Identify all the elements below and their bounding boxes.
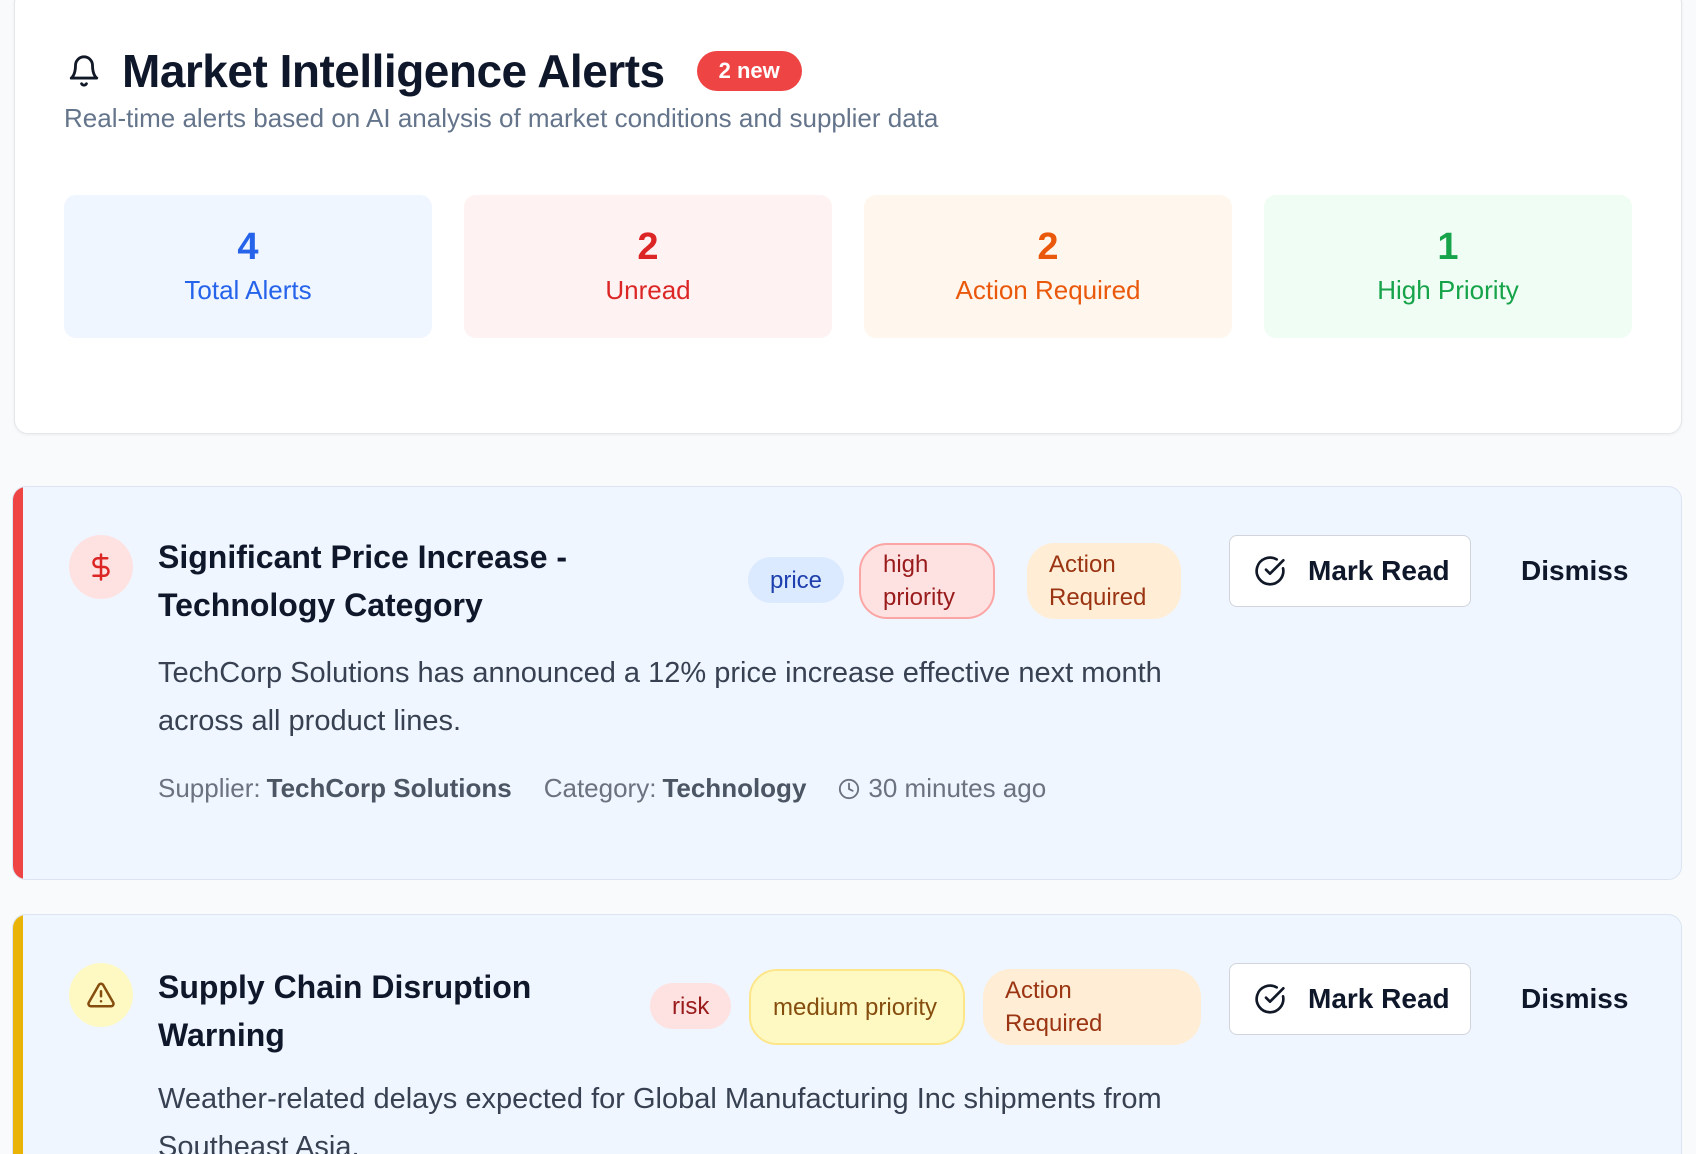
dollar-icon bbox=[69, 535, 133, 599]
stat-value: 4 bbox=[237, 226, 259, 269]
warning-icon bbox=[69, 963, 133, 1027]
alert-priority-bar bbox=[13, 487, 23, 879]
tag-text: medium priority bbox=[773, 993, 938, 1021]
alert-type-tag: price bbox=[748, 557, 845, 603]
dismiss-button[interactable]: Dismiss bbox=[1509, 535, 1640, 607]
action-required-tag: Action Required bbox=[983, 969, 1201, 1045]
mark-read-button[interactable]: Mark Read bbox=[1229, 535, 1471, 607]
supplier-label: Supplier: bbox=[158, 773, 261, 803]
mark-read-button[interactable]: Mark Read bbox=[1229, 963, 1471, 1035]
bell-icon bbox=[64, 51, 104, 91]
new-alerts-badge: 2 new bbox=[696, 51, 802, 91]
alert-type-tag: risk bbox=[650, 983, 732, 1029]
category-value: Technology bbox=[662, 773, 807, 803]
alert-time: 30 minutes ago bbox=[838, 773, 1046, 804]
dismiss-button[interactable]: Dismiss bbox=[1509, 963, 1640, 1035]
alert-card: Supply Chain Disruption Warning risk med… bbox=[12, 914, 1682, 1154]
stats-row: 4 Total Alerts 2 Unread 2 Action Require… bbox=[64, 195, 1632, 338]
stat-label: High Priority bbox=[1377, 274, 1519, 305]
alert-description: TechCorp Solutions has announced a 12% p… bbox=[158, 657, 1162, 737]
alert-card: Significant Price Increase - Technology … bbox=[12, 486, 1682, 880]
stat-high-priority: 1 High Priority bbox=[1264, 195, 1632, 338]
alert-priority-tag: high priority bbox=[859, 543, 995, 619]
stat-value: 2 bbox=[1037, 226, 1059, 269]
alert-title: Supply Chain Disruption Warning bbox=[158, 969, 532, 1053]
stat-total-alerts: 4 Total Alerts bbox=[64, 195, 432, 338]
clock-icon bbox=[838, 778, 860, 800]
check-circle-icon bbox=[1254, 555, 1286, 587]
tag-text: Action Required bbox=[1005, 977, 1103, 1037]
stat-action-required: 2 Action Required bbox=[864, 195, 1232, 338]
alert-supplier: Supplier: TechCorp Solutions bbox=[158, 773, 512, 804]
category-label: Category: bbox=[543, 773, 657, 803]
alert-description: Weather-related delays expected for Glob… bbox=[158, 1083, 1162, 1154]
tag-text: high priority bbox=[883, 551, 956, 611]
stat-value: 2 bbox=[637, 226, 659, 269]
time-value: 30 minutes ago bbox=[868, 773, 1047, 803]
alert-title: Significant Price Increase - Technology … bbox=[158, 539, 568, 623]
stat-value: 1 bbox=[1437, 226, 1459, 269]
alerts-summary-card: Market Intelligence Alerts 2 new Real-ti… bbox=[14, 0, 1682, 434]
stat-unread: 2 Unread bbox=[464, 195, 832, 338]
alert-category: Category: Technology bbox=[544, 773, 807, 804]
alert-priority-tag: medium priority bbox=[749, 969, 965, 1045]
alert-meta: Supplier: TechCorp Solutions Category: T… bbox=[158, 773, 1078, 804]
alerts-page: Market Intelligence Alerts 2 new Real-ti… bbox=[0, 0, 1696, 1154]
page-title: Market Intelligence Alerts bbox=[122, 45, 665, 97]
tag-text: Action Required bbox=[1049, 551, 1147, 611]
alert-priority-bar bbox=[13, 915, 23, 1154]
mark-read-label: Mark Read bbox=[1308, 555, 1450, 586]
mark-read-label: Mark Read bbox=[1308, 983, 1450, 1014]
page-subtitle: Real-time alerts based on AI analysis of… bbox=[64, 103, 939, 133]
stat-label: Action Required bbox=[955, 274, 1141, 305]
stat-label: Unread bbox=[605, 274, 691, 305]
stat-label: Total Alerts bbox=[184, 274, 312, 305]
title-row: Market Intelligence Alerts 2 new bbox=[64, 41, 802, 101]
supplier-value: TechCorp Solutions bbox=[266, 773, 512, 803]
check-circle-icon bbox=[1254, 983, 1286, 1015]
action-required-tag: Action Required bbox=[1027, 543, 1181, 619]
